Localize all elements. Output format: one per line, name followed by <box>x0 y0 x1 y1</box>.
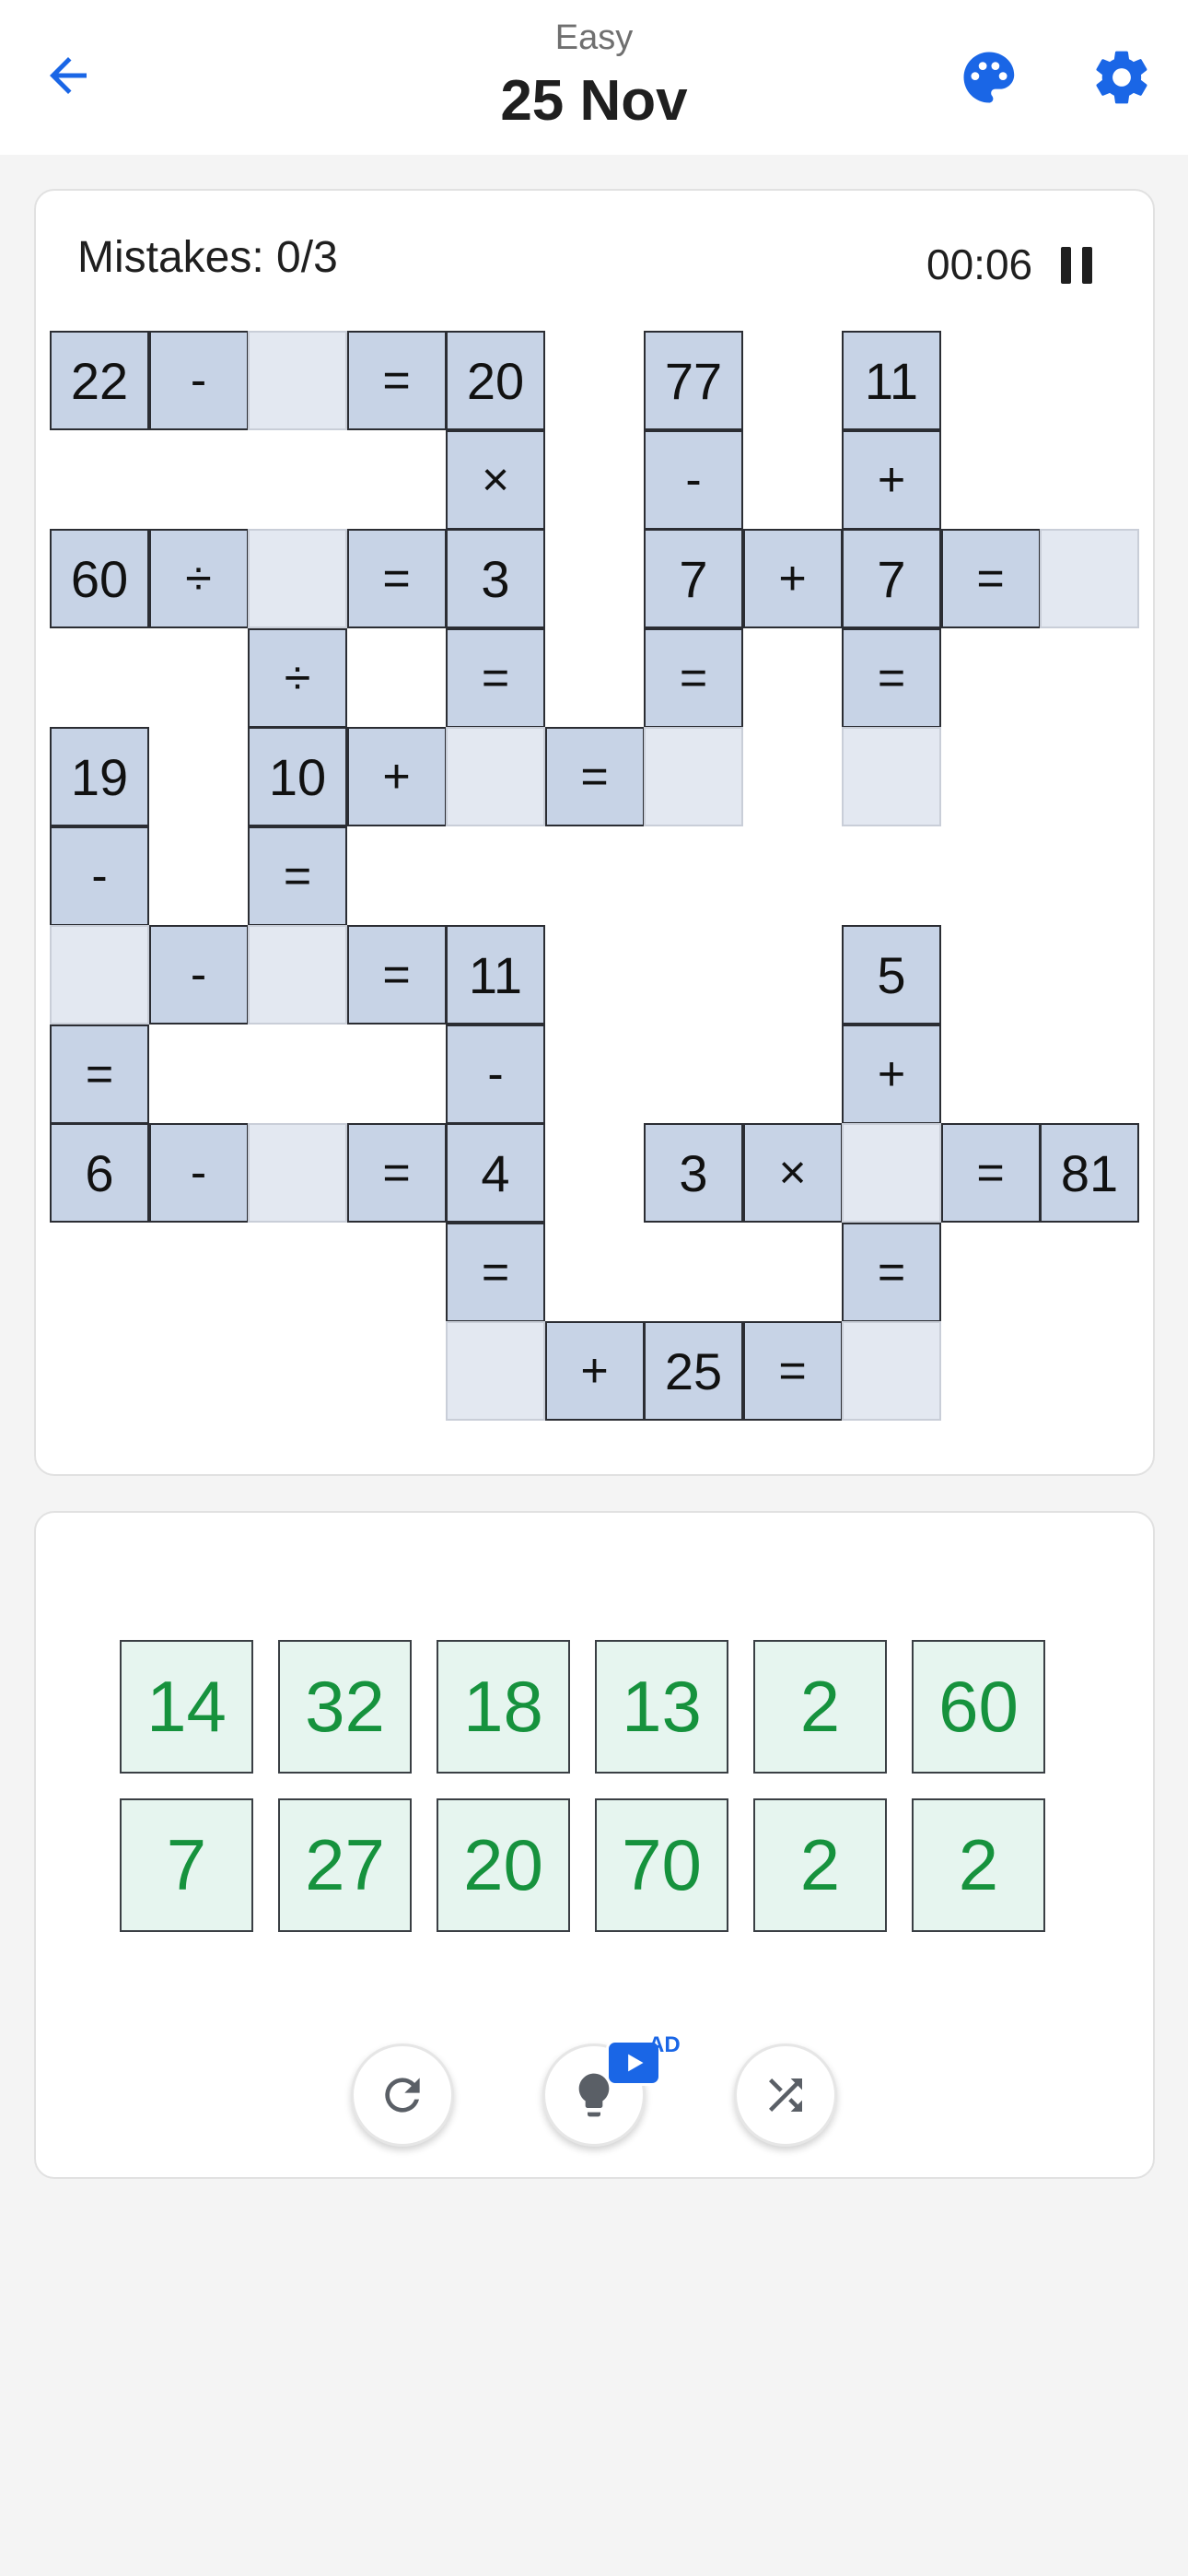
ad-label: AD <box>648 2032 681 2057</box>
operator-cell: = <box>742 1321 843 1421</box>
operator-cell: = <box>346 1123 447 1223</box>
operator-cell: - <box>148 1123 249 1223</box>
number-cell: 11 <box>446 925 545 1025</box>
empty-slot[interactable] <box>50 925 149 1025</box>
operator-cell: + <box>842 1024 941 1124</box>
number-cell: 7 <box>842 529 941 628</box>
operator-cell: = <box>248 825 347 926</box>
number-cell: 3 <box>644 1123 743 1223</box>
operator-cell: = <box>544 727 645 826</box>
theme-button[interactable] <box>954 42 1024 112</box>
number-tile[interactable]: 2 <box>753 1798 887 1932</box>
number-tile[interactable]: 27 <box>278 1798 412 1932</box>
number-cell: 11 <box>842 331 941 430</box>
operator-cell: = <box>842 627 941 728</box>
operator-cell: = <box>446 1222 545 1322</box>
empty-slot[interactable] <box>248 1123 347 1223</box>
number-tile[interactable]: 32 <box>278 1640 412 1774</box>
empty-slot[interactable] <box>446 727 545 826</box>
operator-cell: = <box>446 627 545 728</box>
number-tile[interactable]: 70 <box>595 1798 728 1932</box>
shuffle-icon <box>769 2078 802 2112</box>
empty-slot[interactable] <box>248 925 347 1025</box>
operator-cell: ÷ <box>248 627 347 728</box>
number-cell: 19 <box>50 727 149 826</box>
operator-cell: = <box>346 331 447 430</box>
operator-cell: - <box>50 825 149 926</box>
number-cell: 22 <box>50 331 149 430</box>
number-cell: 77 <box>644 331 743 430</box>
operator-cell: - <box>446 1024 545 1124</box>
number-cell: 81 <box>1040 1123 1139 1223</box>
number-cell: 20 <box>446 331 545 430</box>
operator-cell: + <box>544 1321 645 1421</box>
operator-cell: = <box>644 627 743 728</box>
number-tray: 14 32 18 13 2 60 7 27 20 70 2 2 <box>120 1640 1046 1933</box>
empty-slot[interactable] <box>842 727 941 826</box>
empty-slot[interactable] <box>446 1321 545 1421</box>
restart-icon <box>385 2078 420 2113</box>
number-cell: 10 <box>248 727 347 826</box>
number-tile[interactable]: 60 <box>912 1640 1045 1774</box>
number-tile[interactable]: 2 <box>753 1640 887 1774</box>
operator-cell: ÷ <box>148 529 249 628</box>
shuffle-button[interactable] <box>734 2043 837 2147</box>
pause-icon <box>1061 247 1092 284</box>
header-bar: Easy 25 Nov <box>0 0 1188 155</box>
number-tile[interactable]: 14 <box>120 1640 253 1774</box>
number-tile[interactable]: 18 <box>437 1640 570 1774</box>
number-cell: 4 <box>446 1123 545 1223</box>
operator-cell: = <box>940 529 1041 628</box>
operator-cell: = <box>940 1123 1041 1223</box>
operator-cell: = <box>346 529 447 628</box>
number-cell: 3 <box>446 529 545 628</box>
operator-cell: + <box>346 727 447 826</box>
number-cell: 25 <box>644 1321 743 1421</box>
operator-cell: + <box>842 429 941 530</box>
empty-slot[interactable] <box>248 331 347 430</box>
empty-slot[interactable] <box>842 1123 941 1223</box>
operator-cell: = <box>346 925 447 1025</box>
pause-button[interactable] <box>1055 241 1098 289</box>
settings-button[interactable] <box>1087 42 1157 112</box>
operator-cell: - <box>148 331 249 430</box>
number-tile[interactable]: 2 <box>912 1798 1045 1932</box>
operator-cell: - <box>148 925 249 1025</box>
gear-icon <box>1096 51 1147 104</box>
number-cell: 5 <box>842 925 941 1025</box>
mistakes-counter: Mistakes: 0/3 <box>77 233 338 282</box>
palette-icon <box>963 52 1015 103</box>
operator-cell: - <box>644 429 743 530</box>
empty-slot[interactable] <box>248 529 347 628</box>
number-tile[interactable]: 20 <box>437 1798 570 1932</box>
number-tile[interactable]: 7 <box>120 1798 253 1932</box>
empty-slot[interactable] <box>644 727 743 826</box>
play-icon <box>628 2054 644 2072</box>
puzzle-grid: 22- = 20 77 11 × - +60 ÷ = 3 7 +7 = ÷ = = = 19 10 + = - = - = 11 5 =… <box>50 331 1139 1421</box>
number-cell: 6 <box>50 1123 149 1223</box>
restart-button[interactable] <box>351 2043 454 2147</box>
empty-slot[interactable] <box>1040 529 1139 628</box>
timer: 00:06 <box>926 240 1033 288</box>
operator-cell: × <box>446 429 545 530</box>
operator-cell: + <box>742 529 843 628</box>
operator-cell: = <box>842 1222 941 1322</box>
number-cell: 7 <box>644 529 743 628</box>
operator-cell: = <box>50 1024 149 1124</box>
empty-slot[interactable] <box>842 1321 941 1421</box>
number-cell: 60 <box>50 529 149 628</box>
number-tile[interactable]: 13 <box>595 1640 728 1774</box>
operator-cell: × <box>742 1123 843 1223</box>
